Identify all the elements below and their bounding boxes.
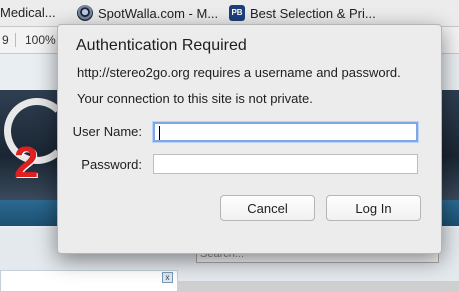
password-field[interactable]: [153, 154, 418, 174]
pb-icon: PB: [229, 5, 245, 21]
username-label: User Name:: [72, 124, 142, 139]
text-caret: [159, 126, 160, 140]
toolbar-number: 9: [0, 33, 16, 47]
username-field[interactable]: [153, 122, 418, 142]
bookmark-label: Best Selection & Pri...: [250, 5, 376, 21]
login-button[interactable]: Log In: [326, 195, 421, 221]
spotwalla-icon: [77, 5, 93, 21]
bookmark-label: SpotWalla.com - M...: [98, 5, 219, 21]
bookmark-spotwalla[interactable]: SpotWalla.com - M...: [77, 5, 218, 21]
zoom-level[interactable]: 100%: [25, 33, 56, 47]
cancel-button[interactable]: Cancel: [220, 195, 315, 221]
content-box: [0, 270, 178, 292]
box-control-icon[interactable]: x: [162, 272, 173, 283]
password-label: Password:: [81, 157, 142, 172]
dialog-title: Authentication Required: [76, 37, 247, 54]
dialog-message: http://stereo2go.org requires a username…: [77, 65, 401, 80]
site-logo: 2: [14, 138, 39, 187]
bookmark-label: Medical...: [0, 5, 56, 20]
connection-warning: Your connection to this site is not priv…: [77, 91, 313, 106]
auth-dialog: Authentication Required http://stereo2go…: [57, 24, 442, 254]
bookmark-medical[interactable]: Medical...: [0, 5, 56, 20]
bookmark-best-selection[interactable]: PB Best Selection & Pri...: [229, 5, 376, 21]
bookmarks-bar: Medical... SpotWalla.com - M... PB Best …: [0, 0, 459, 27]
